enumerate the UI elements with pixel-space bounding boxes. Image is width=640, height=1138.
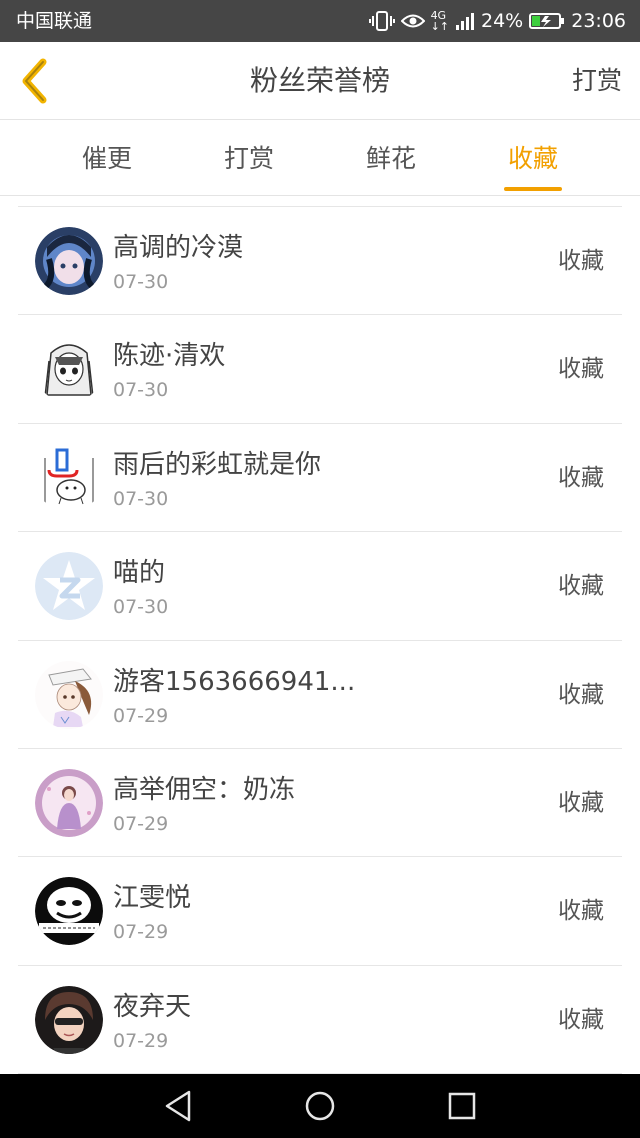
avatar <box>35 877 103 946</box>
fan-action: 收藏 <box>558 573 604 600</box>
triangle-back-icon <box>165 1090 191 1122</box>
tab-bar: 催更 打赏 鲜花 收藏 <box>0 121 640 196</box>
fan-name: 高举佣空：奶冻 <box>113 774 296 805</box>
avatar <box>35 660 103 729</box>
tab-urge[interactable]: 催更 <box>36 121 178 196</box>
list-item[interactable]: 喵的 07-30 收藏 <box>18 532 622 641</box>
page-title: 粉丝荣誉榜 <box>249 64 390 97</box>
fan-name: 陈迹·清欢 <box>113 341 226 372</box>
fan-action: 收藏 <box>558 898 604 925</box>
fan-action: 收藏 <box>558 789 604 816</box>
tab-label: 收藏 <box>507 144 558 173</box>
fan-action: 收藏 <box>558 1006 604 1033</box>
fan-action: 收藏 <box>558 248 604 274</box>
clock: 23:06 <box>571 10 626 32</box>
fan-date: 07-29 <box>113 812 169 835</box>
fan-date: 07-30 <box>113 596 169 619</box>
fan-name: 江雯悦 <box>113 883 192 914</box>
fan-name: 夜弃天 <box>113 991 192 1022</box>
back-button[interactable] <box>14 56 54 106</box>
list-item[interactable]: 高调的冷漠 07-30 收藏 <box>18 207 622 316</box>
battery-percent: 24% <box>481 10 524 32</box>
square-recents-icon <box>448 1092 476 1120</box>
chevron-left-icon <box>22 58 47 104</box>
tab-label: 鲜花 <box>365 144 416 173</box>
tab-reward[interactable]: 打赏 <box>178 121 320 196</box>
vibrate-icon <box>368 0 395 42</box>
avatar <box>35 227 103 295</box>
avatar <box>35 443 103 512</box>
eye-icon <box>400 0 425 42</box>
tab-favorites[interactable]: 收藏 <box>462 121 604 196</box>
nav-recents-button[interactable] <box>432 1082 492 1130</box>
list-item[interactable]: 夜弃天 07-29 收藏 <box>18 966 622 1075</box>
list-item[interactable]: 陈迹·清欢 07-30 收藏 <box>18 315 622 424</box>
carrier-name: 中国联通 <box>16 10 93 32</box>
fan-action: 收藏 <box>558 681 604 708</box>
tab-label: 催更 <box>81 144 132 173</box>
tab-flowers[interactable]: 鲜花 <box>320 121 462 196</box>
circle-home-icon <box>305 1091 335 1121</box>
fan-date: 07-29 <box>113 1029 169 1052</box>
list-item[interactable]: 游客1563666941... 07-29 收藏 <box>18 641 622 749</box>
fan-action: 收藏 <box>558 464 604 491</box>
fan-date: 07-30 <box>113 379 169 402</box>
network-type: 4G ↓↑ <box>431 0 449 42</box>
fan-date: 07-29 <box>113 921 169 944</box>
fan-name: 高调的冷漠 <box>113 233 244 263</box>
avatar <box>35 552 103 621</box>
status-icons: 4G ↓↑ 24% 23:06 <box>368 0 626 42</box>
fan-date: 07-30 <box>113 487 169 510</box>
network-arrows: ↓↑ <box>430 20 449 33</box>
status-bar: 中国联通 4G ↓↑ 24% 23:06 <box>0 0 640 42</box>
nav-home-button[interactable] <box>290 1082 350 1130</box>
avatar <box>35 335 103 404</box>
active-tab-indicator <box>504 187 562 191</box>
avatar <box>35 985 103 1054</box>
fan-name: 喵的 <box>113 558 166 589</box>
system-nav-bar <box>0 1074 640 1138</box>
battery-charging-icon <box>529 0 565 42</box>
fan-list: 高调的冷漠 07-30 收藏 陈迹·清欢 07-30 收藏 雨后的彩虹就是你 0… <box>18 206 622 1075</box>
fan-name: 游客1563666941... <box>113 666 356 697</box>
app-header: 粉丝荣誉榜 打赏 <box>0 42 640 120</box>
list-item[interactable]: 高举佣空：奶冻 07-29 收藏 <box>18 749 622 858</box>
fan-date: 07-29 <box>113 704 169 727</box>
signal-icon <box>455 0 475 42</box>
nav-back-button[interactable] <box>148 1082 208 1130</box>
fan-date: 07-30 <box>113 271 169 293</box>
list-item[interactable]: 雨后的彩虹就是你 07-30 收藏 <box>18 424 622 533</box>
list-item[interactable]: 江雯悦 07-29 收藏 <box>18 857 622 966</box>
reward-button[interactable]: 打赏 <box>572 42 622 120</box>
fan-name: 雨后的彩虹就是你 <box>113 449 322 480</box>
fan-action: 收藏 <box>558 356 604 383</box>
tab-label: 打赏 <box>223 144 274 173</box>
avatar <box>35 768 103 837</box>
